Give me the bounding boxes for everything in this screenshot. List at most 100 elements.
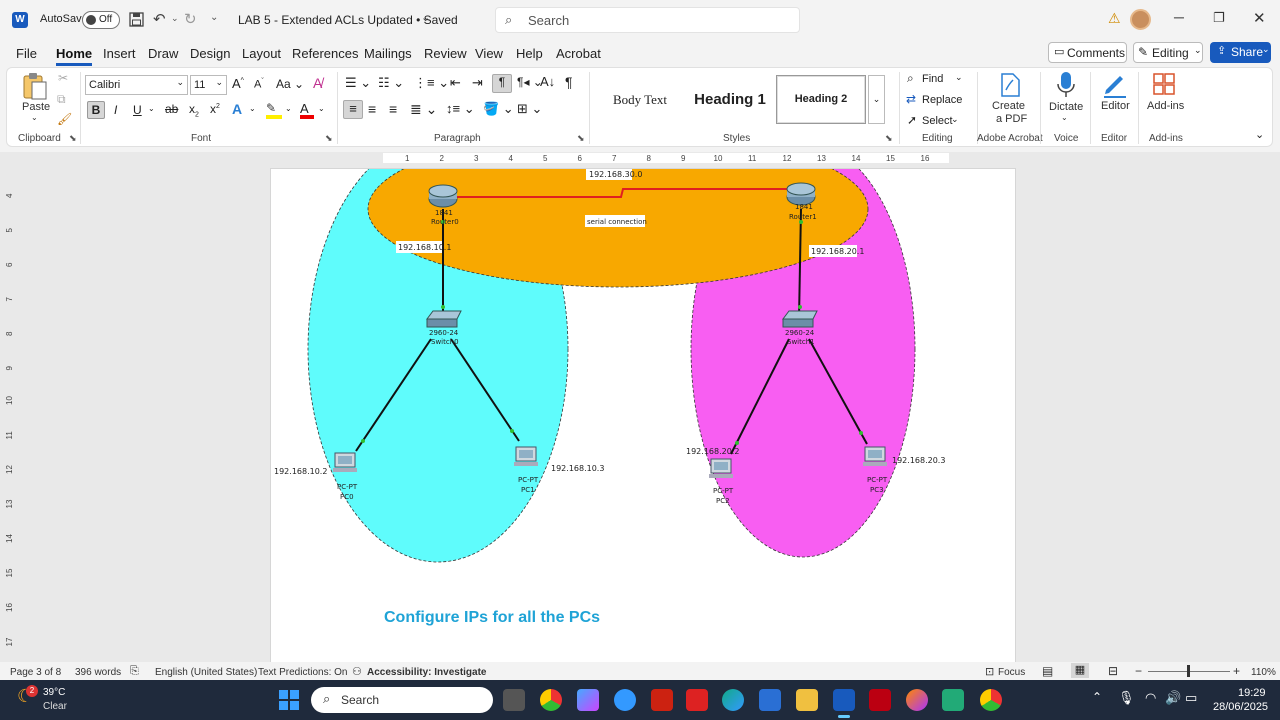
select-chevron-icon[interactable]: ⌄ <box>951 114 959 125</box>
replace-button[interactable]: Replace <box>922 94 962 106</box>
tab-references[interactable]: References <box>292 46 358 61</box>
read-mode-icon[interactable]: ▤ <box>1042 664 1053 678</box>
find-chevron-icon[interactable]: ⌄ <box>955 72 963 83</box>
superscript-icon[interactable]: x2 <box>210 102 220 116</box>
clock-date[interactable]: 28/06/2025 <box>1213 701 1268 713</box>
paste-label[interactable]: Paste <box>22 101 50 113</box>
close-icon[interactable]: ✕ <box>1253 9 1266 27</box>
underline-button[interactable]: U <box>133 103 142 117</box>
styles-launcher-icon[interactable]: ⬊ <box>885 133 893 144</box>
language[interactable]: English (United States) <box>155 667 257 678</box>
paste-icon[interactable] <box>22 72 48 100</box>
chrome-2-icon[interactable] <box>980 689 1002 711</box>
style-heading-1[interactable]: Heading 1 <box>686 75 774 124</box>
decrease-indent-icon[interactable]: ⇤ <box>450 75 461 91</box>
pdf-app-icon[interactable] <box>686 689 708 711</box>
tray-chevron-icon[interactable]: ⌃ <box>1092 690 1102 704</box>
align-left-button[interactable]: ≡ <box>343 100 363 119</box>
add-ins-icon[interactable] <box>1152 72 1176 96</box>
font-launcher-icon[interactable]: ⬊ <box>325 133 333 144</box>
select-button[interactable]: Select <box>922 115 953 127</box>
tab-design[interactable]: Design <box>190 46 230 61</box>
bold-button[interactable]: B <box>87 101 105 119</box>
focus-button[interactable]: Focus <box>998 667 1025 678</box>
borders-icon[interactable]: ⊞ ⌄ <box>517 101 542 117</box>
change-case-icon[interactable]: Aa ⌄ <box>276 77 304 91</box>
create-pdf-icon[interactable] <box>997 72 1023 98</box>
start-icon[interactable] <box>279 690 299 710</box>
customize-qat-icon[interactable]: ⌄ <box>210 12 218 23</box>
battery-icon[interactable]: ▭ <box>1185 690 1197 706</box>
edge-beta-icon[interactable] <box>614 689 636 711</box>
copilot-icon[interactable] <box>577 689 599 711</box>
page-count[interactable]: Page 3 of 8 <box>10 667 61 678</box>
increase-indent-icon[interactable]: ⇥ <box>472 75 483 91</box>
minimize-icon[interactable]: ─ <box>1174 9 1184 25</box>
show-marks-icon[interactable]: ¶ <box>565 74 573 90</box>
save-icon[interactable] <box>129 12 144 27</box>
bullets-icon[interactable]: ☰ ⌄ <box>345 75 371 91</box>
editing-mode-button[interactable]: ✎ Editing ⌄ <box>1133 42 1203 63</box>
clock-time[interactable]: 19:29 <box>1238 687 1266 699</box>
clear-formatting-icon[interactable]: A̸ <box>313 75 322 91</box>
store-icon[interactable] <box>759 689 781 711</box>
italic-button[interactable]: I <box>114 103 117 117</box>
weather-condition[interactable]: Clear <box>43 701 67 712</box>
word-count[interactable]: 396 words <box>75 667 121 678</box>
dictate-label[interactable]: Dictate <box>1049 101 1083 113</box>
editor-icon[interactable] <box>1101 71 1129 99</box>
font-size-box[interactable]: 11 ⌄ <box>190 75 227 95</box>
accessibility-status[interactable]: Accessibility: Investigate <box>367 667 487 678</box>
style-heading-2[interactable]: Heading 2 <box>776 75 866 124</box>
numbering-icon[interactable]: ☷ ⌄ <box>378 75 404 91</box>
edge-icon[interactable] <box>722 689 744 711</box>
ltr-button[interactable]: ¶ <box>492 74 512 93</box>
task-view-icon[interactable] <box>503 689 525 711</box>
font-color-icon[interactable]: A <box>300 101 314 119</box>
tab-help[interactable]: Help <box>516 46 543 61</box>
chrome-icon[interactable] <box>540 689 562 711</box>
editor-label[interactable]: Editor <box>1101 100 1130 112</box>
network-diagram[interactable]: 192.168.30.0 serial connection 1841 Rout… <box>271 169 1017 589</box>
file-explorer-icon[interactable] <box>796 689 818 711</box>
acrobat-icon[interactable] <box>869 689 891 711</box>
collapse-ribbon-icon[interactable]: ⌄ <box>1255 128 1264 141</box>
wifi-icon[interactable]: ◠ <box>1145 690 1156 706</box>
tab-insert[interactable]: Insert <box>103 46 136 61</box>
packet-tracer-icon[interactable] <box>942 689 964 711</box>
select-icon[interactable]: ➚ <box>907 113 917 127</box>
font-color-chevron-icon[interactable]: ⌄ <box>318 104 325 113</box>
style-body-text[interactable]: Body Text <box>596 75 684 124</box>
autosave-toggle[interactable]: Off <box>82 11 120 29</box>
sort-icon[interactable]: A↓ <box>540 74 555 89</box>
dictate-chevron-icon[interactable]: ⌄ <box>1061 113 1068 122</box>
paste-chevron-icon[interactable]: ⌄ <box>31 113 38 122</box>
shrink-font-icon[interactable]: Aˇ <box>254 78 264 91</box>
underline-chevron-icon[interactable]: ⌄ <box>148 104 155 113</box>
text-effects-chevron-icon[interactable]: ⌄ <box>249 104 256 113</box>
line-spacing-icon[interactable]: ↕≡ ⌄ <box>446 101 475 117</box>
multilevel-list-icon[interactable]: ⋮≡ ⌄ <box>414 75 449 91</box>
subscript-icon[interactable]: x2 <box>189 102 199 118</box>
search-box[interactable]: ⌕ Search <box>495 7 800 33</box>
shading-icon[interactable]: 🪣 ⌄ <box>483 101 514 117</box>
firefox-icon[interactable] <box>906 689 928 711</box>
mic-tray-icon[interactable]: 🎙 <box>1118 690 1135 706</box>
zoom-in-icon[interactable]: + <box>1233 664 1240 678</box>
word-logo-icon[interactable]: W <box>12 12 28 28</box>
undo-icon[interactable]: ↶ <box>153 10 166 28</box>
highlight-icon[interactable]: ✎ <box>266 101 282 119</box>
replace-icon[interactable]: ⇄ <box>906 92 916 106</box>
redo-icon[interactable]: ↻ <box>184 10 197 28</box>
document-page[interactable]: 192.168.30.0 serial connection 1841 Rout… <box>270 168 1016 662</box>
focus-icon[interactable]: ⊡ <box>985 665 994 678</box>
find-icon[interactable]: ⌕ <box>907 71 914 86</box>
tab-acrobat[interactable]: Acrobat <box>556 46 601 61</box>
word-taskbar-icon[interactable] <box>833 689 855 711</box>
title-chevron-icon[interactable]: ⌄ <box>421 11 430 24</box>
zoom-level[interactable]: 110% <box>1251 667 1276 678</box>
clipboard-launcher-icon[interactable]: ⬊ <box>69 133 77 144</box>
tab-mailings[interactable]: Mailings <box>364 46 412 61</box>
share-button[interactable]: ⇪ Share ⌄ <box>1210 42 1271 63</box>
volume-icon[interactable]: 🔊 <box>1165 690 1181 706</box>
